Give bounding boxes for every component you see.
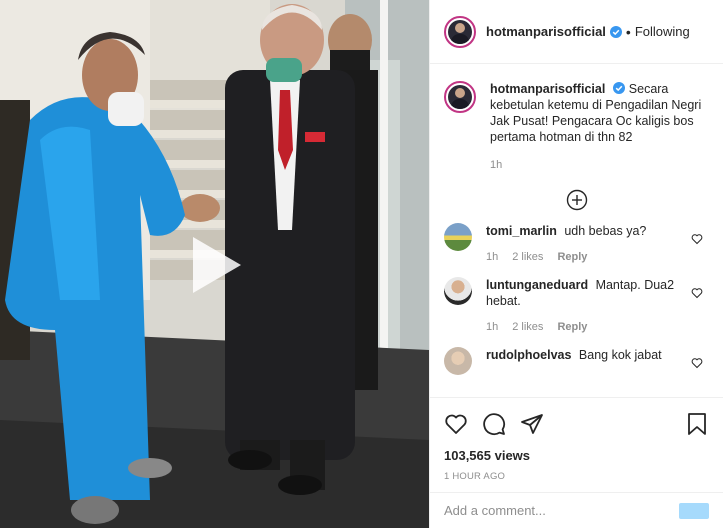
post-header: hotmanparisofficial • Following <box>430 0 723 64</box>
reply-button[interactable]: Reply <box>557 249 587 265</box>
author-username[interactable]: hotmanparisofficial <box>486 24 606 39</box>
commenter-avatar[interactable] <box>444 347 472 375</box>
caption-body: hotmanparisofficial Secara kebetulan ket… <box>490 81 709 173</box>
post-comment-button[interactable] <box>679 502 709 519</box>
verified-icon <box>613 82 626 94</box>
play-icon <box>193 237 241 293</box>
following-button[interactable]: Following <box>635 24 690 39</box>
author-avatar[interactable] <box>444 15 476 48</box>
commenter-avatar[interactable] <box>444 223 472 251</box>
comment-time: 1h <box>486 251 499 263</box>
comment-body: tomi_marlin udh bebas ya? 1h 2 likes Rep… <box>486 223 700 265</box>
caption-username[interactable]: hotmanparisofficial <box>490 82 605 96</box>
view-count[interactable]: 103,565 views <box>444 448 709 463</box>
load-more-comments[interactable] <box>444 189 709 211</box>
comment-icon[interactable] <box>482 412 506 436</box>
comment-text: udh bebas ya? <box>564 224 647 238</box>
post-time[interactable]: 1 HOUR AGO <box>444 471 709 482</box>
comment-time: 1h <box>486 321 499 333</box>
caption-avatar[interactable] <box>444 81 476 113</box>
comment-input[interactable] <box>444 503 679 518</box>
heart-icon[interactable] <box>691 233 703 245</box>
post-actions: 103,565 views 1 HOUR AGO <box>430 397 723 487</box>
post-caption: hotmanparisofficial Secara kebetulan ket… <box>444 81 709 173</box>
comment-username[interactable]: rudolphoelvas <box>486 348 571 362</box>
video-player[interactable] <box>0 0 429 528</box>
comment-item: rudolphoelvas Bang kok jabat <box>444 347 709 375</box>
comment-body: luntunganeduard Mantap. Dua2 hebat. 1h 2… <box>486 277 700 335</box>
instagram-post: hotmanparisofficial • Following hotmanpa… <box>0 0 723 528</box>
heart-icon[interactable] <box>444 412 468 436</box>
action-bar <box>444 412 709 436</box>
verified-icon <box>609 25 622 38</box>
comment-username[interactable]: tomi_marlin <box>486 224 557 238</box>
comment-likes[interactable]: 2 likes <box>512 319 543 335</box>
play-button[interactable] <box>185 233 245 297</box>
comment-likes[interactable]: 2 likes <box>512 249 543 265</box>
heart-icon[interactable] <box>691 357 703 369</box>
comment-text: Bang kok jabat <box>578 348 662 362</box>
commenter-avatar[interactable] <box>444 277 472 305</box>
share-icon[interactable] <box>520 412 544 436</box>
comments-section[interactable]: hotmanparisofficial Secara kebetulan ket… <box>430 65 723 397</box>
add-comment-bar <box>430 492 723 528</box>
comment-item: luntunganeduard Mantap. Dua2 hebat. 1h 2… <box>444 277 709 335</box>
plus-circle-icon[interactable] <box>566 189 588 211</box>
header-separator: • <box>625 23 631 40</box>
comment-body: rudolphoelvas Bang kok jabat <box>486 347 700 375</box>
comment-username[interactable]: luntunganeduard <box>486 278 588 292</box>
bookmark-icon[interactable] <box>685 412 709 436</box>
post-panel: hotmanparisofficial • Following hotmanpa… <box>429 0 723 528</box>
comment-item: tomi_marlin udh bebas ya? 1h 2 likes Rep… <box>444 223 709 265</box>
reply-button[interactable]: Reply <box>557 319 587 335</box>
heart-icon[interactable] <box>691 287 703 299</box>
caption-time: 1h <box>490 159 503 171</box>
